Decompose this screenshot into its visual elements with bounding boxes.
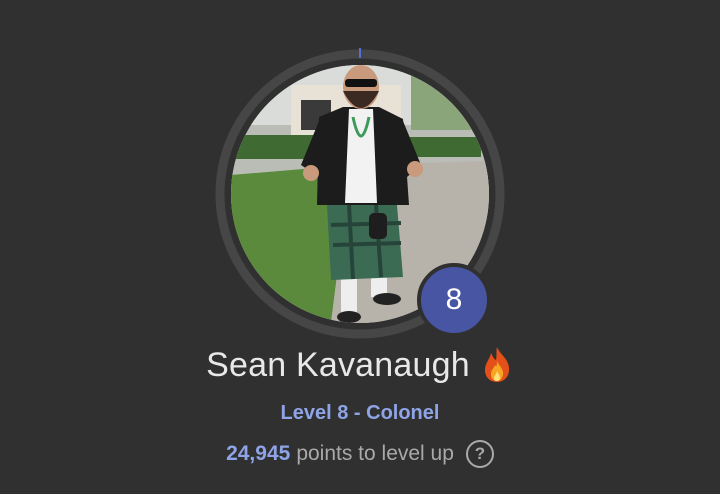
level-badge: 8 [417, 263, 491, 337]
fire-icon [484, 346, 509, 382]
name-row: Sean Kavanaugh [0, 346, 720, 385]
profile-card: 8 Sean Kavanaugh Level 8 - Colonel 24,94… [0, 0, 720, 494]
points-row: 24,945 points to level up ? [0, 440, 720, 468]
points-value: 24,945 [226, 442, 291, 465]
points-label: points to level up [296, 442, 454, 465]
question-circle-icon[interactable]: ? [465, 440, 494, 468]
level-progress-ring: 8 [214, 48, 506, 340]
level-title: Level 8 - Colonel [280, 402, 440, 424]
user-name: Sean Kavanaugh [206, 346, 470, 384]
